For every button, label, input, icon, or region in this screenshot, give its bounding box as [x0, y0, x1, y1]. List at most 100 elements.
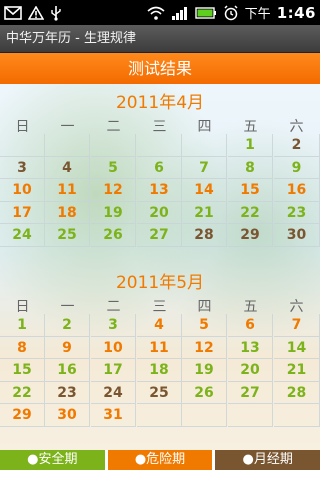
empty-day-cell	[182, 134, 227, 157]
empty-day-cell	[182, 404, 227, 427]
time-ampm: 下午	[244, 7, 271, 22]
day-cell[interactable]: 4	[137, 314, 182, 337]
day-cell[interactable]: 22	[228, 201, 273, 225]
weekday-label: 二	[106, 299, 121, 315]
legend-bar: ●安全期 ●危险期 ●月经期	[0, 450, 320, 470]
day-cell[interactable]: 2	[274, 134, 320, 157]
mail-icon	[4, 5, 22, 20]
day-cell[interactable]: 9	[274, 156, 320, 180]
legend-item: ●安全期	[0, 450, 105, 470]
day-cell[interactable]: 6	[228, 314, 273, 337]
day-cell[interactable]: 28	[274, 381, 320, 405]
day-cell[interactable]: 5	[182, 314, 227, 337]
weekday-label: 日	[15, 119, 30, 135]
warning-icon	[28, 5, 44, 20]
day-cell[interactable]: 7	[274, 314, 320, 337]
day-cell[interactable]: 20	[137, 201, 182, 225]
day-cell[interactable]: 25	[137, 381, 182, 405]
day-cell[interactable]: 4	[45, 156, 90, 180]
alarm-icon	[223, 4, 239, 21]
weekday-label: 五	[243, 299, 258, 315]
day-cell[interactable]: 22	[0, 381, 45, 405]
day-cell[interactable]: 15	[0, 359, 45, 382]
day-cell[interactable]: 31	[91, 404, 136, 427]
result-header: 测试结果	[0, 53, 320, 84]
calendar-content[interactable]: 2011年4月 日一二三四五六 1 2 3 4 5 6 7 8 9 10 11 12 13 14 15 16 1…	[0, 84, 320, 450]
day-cell[interactable]: 16	[45, 359, 90, 382]
day-cell[interactable]: 20	[228, 359, 273, 382]
weekday-row-april: 日一二三四五六	[0, 116, 320, 136]
day-cell[interactable]: 11	[45, 179, 90, 202]
day-cell[interactable]: 8	[228, 156, 273, 180]
empty-day-cell	[137, 134, 182, 157]
empty-day-cell	[274, 404, 320, 427]
day-cell[interactable]: 25	[45, 224, 90, 247]
day-cell[interactable]: 9	[45, 336, 90, 360]
day-cell[interactable]: 23	[274, 201, 320, 225]
day-cell[interactable]: 13	[137, 179, 182, 202]
day-cell[interactable]: 24	[91, 381, 136, 405]
weekday-label: 三	[152, 299, 167, 315]
day-cell[interactable]: 19	[91, 201, 136, 225]
weekday-label: 日	[15, 299, 30, 315]
status-time: 1:46	[276, 3, 316, 22]
day-cell[interactable]: 19	[182, 359, 227, 382]
day-cell[interactable]: 21	[182, 201, 227, 225]
day-cell[interactable]: 17	[0, 201, 45, 225]
day-cell[interactable]: 13	[228, 336, 273, 360]
day-cell[interactable]: 12	[91, 179, 136, 202]
day-cell[interactable]: 3	[0, 156, 45, 180]
day-cell[interactable]: 2	[45, 314, 90, 337]
weekday-label: 四	[197, 119, 212, 135]
legend-item: ●危险期	[107, 450, 213, 470]
weekday-label: 六	[289, 299, 304, 315]
weekday-label: 一	[60, 299, 75, 315]
weekday-label: 五	[243, 119, 258, 135]
day-cell[interactable]: 26	[91, 224, 136, 247]
weekday-label: 六	[289, 119, 304, 135]
usb-icon	[50, 5, 62, 21]
day-cell[interactable]: 5	[91, 156, 136, 180]
day-cell[interactable]: 1	[228, 134, 273, 157]
bottom-strip	[0, 470, 320, 480]
day-cell[interactable]: 16	[274, 179, 320, 202]
day-cell[interactable]: 27	[137, 224, 182, 247]
empty-day-cell	[45, 134, 90, 157]
day-cell[interactable]: 29	[0, 404, 45, 427]
weekday-row-may: 日一二三四五六	[0, 296, 320, 316]
day-cell[interactable]: 30	[45, 404, 90, 427]
day-cell[interactable]: 30	[274, 224, 320, 247]
month-title-april: 2011年4月	[115, 93, 205, 113]
day-cell[interactable]: 23	[45, 381, 90, 405]
day-cell[interactable]: 10	[91, 336, 136, 360]
day-cell[interactable]: 10	[0, 179, 45, 202]
day-cell[interactable]: 12	[182, 336, 227, 360]
day-cell[interactable]: 6	[137, 156, 182, 180]
day-cell[interactable]: 7	[182, 156, 227, 180]
day-cell[interactable]: 28	[182, 224, 227, 247]
day-cell[interactable]: 8	[0, 336, 45, 360]
app-title-bar: 中华万年历 - 生理规律	[0, 25, 320, 53]
weekday-label: 一	[60, 119, 75, 135]
month-title-may: 2011年5月	[115, 273, 205, 293]
day-cell[interactable]: 29	[228, 224, 273, 247]
day-cell[interactable]: 15	[228, 179, 273, 202]
day-cell[interactable]: 11	[137, 336, 182, 360]
day-cell[interactable]: 27	[228, 381, 273, 405]
empty-day-cell	[137, 404, 182, 427]
weekday-label: 二	[106, 119, 121, 135]
day-cell[interactable]: 21	[274, 359, 320, 382]
status-bar: 下午 1:46	[0, 0, 320, 25]
day-cell[interactable]: 24	[0, 224, 45, 247]
weekday-label: 四	[197, 299, 212, 315]
legend-item: ●月经期	[215, 450, 320, 470]
day-cell[interactable]: 17	[91, 359, 136, 382]
day-cell[interactable]: 14	[182, 179, 227, 202]
empty-day-cell	[228, 404, 273, 427]
day-cell[interactable]: 3	[91, 314, 136, 337]
day-cell[interactable]: 14	[274, 336, 320, 360]
day-cell[interactable]: 1	[0, 314, 45, 337]
day-cell[interactable]: 18	[137, 359, 182, 382]
day-cell[interactable]: 26	[182, 381, 227, 405]
day-cell[interactable]: 18	[45, 201, 90, 225]
